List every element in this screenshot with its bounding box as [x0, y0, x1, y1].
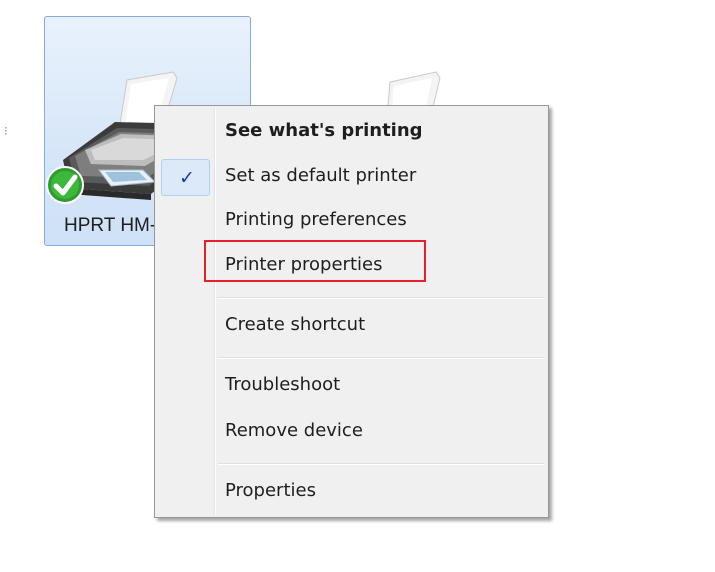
menu-item-label: Printer properties [225, 254, 383, 275]
menu-item-set-as-default-printer[interactable]: ✓ Set as default printer [158, 156, 545, 200]
menu-item-remove-device[interactable]: Remove device [158, 411, 545, 455]
menu-item-label: Set as default printer [225, 165, 417, 186]
menu-item-label: Troubleshoot [225, 374, 341, 395]
menu-item-troubleshoot[interactable]: Troubleshoot [158, 365, 545, 409]
devices-and-printers-view: ⁝ HPRT HM- See what's printing ✓ Set as … [0, 0, 715, 572]
menu-separator [218, 357, 544, 359]
menu-item-label: Remove device [225, 420, 363, 441]
checked-state-box: ✓ [161, 159, 210, 196]
menu-item-see-whats-printing[interactable]: See what's printing [158, 111, 545, 155]
menu-item-printer-properties[interactable]: Printer properties [158, 245, 545, 289]
menu-item-create-shortcut[interactable]: Create shortcut [158, 305, 545, 349]
printer-context-menu: See what's printing ✓ Set as default pri… [154, 105, 549, 518]
menu-item-properties[interactable]: Properties [158, 471, 545, 515]
menu-separator [218, 463, 544, 465]
menu-separator [218, 297, 544, 299]
checkmark-icon: ✓ [179, 167, 195, 189]
printer-name-label: HPRT HM- [64, 215, 154, 236]
menu-item-label: Create shortcut [225, 314, 366, 335]
menu-item-label: See what's printing [225, 120, 423, 141]
edge-fragment: ⁝ [4, 124, 8, 138]
menu-item-label: Printing preferences [225, 209, 407, 230]
menu-item-printing-preferences[interactable]: Printing preferences [158, 200, 545, 244]
default-status-check-icon [46, 166, 84, 204]
menu-item-label: Properties [225, 480, 316, 501]
